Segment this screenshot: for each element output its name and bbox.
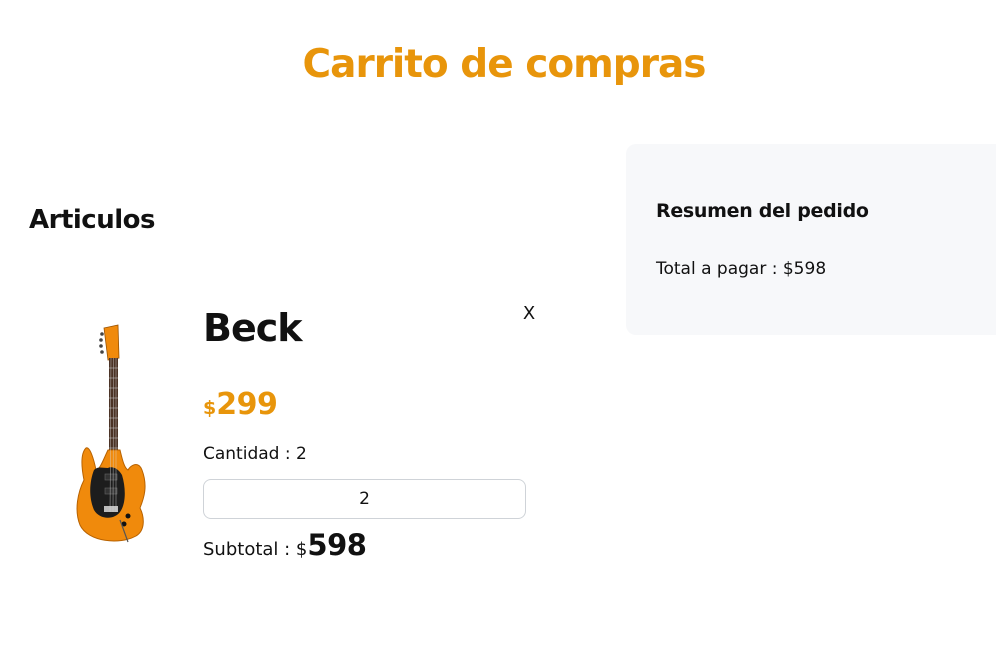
order-summary-title: Resumen del pedido [656, 200, 869, 222]
item-subtotal: Subtotal : $598 [203, 528, 367, 562]
subtotal-amount: 598 [307, 528, 367, 562]
page-title: Carrito de compras [302, 42, 707, 87]
product-name: Beck [203, 306, 303, 350]
remove-item-button[interactable]: X [516, 302, 542, 326]
price-amount: 299 [216, 387, 278, 422]
items-section-title: Articulos [29, 205, 155, 235]
order-summary-panel: Resumen del pedido Total a pagar : $598 [626, 144, 996, 335]
product-image [60, 320, 170, 550]
cart-page: Carrito de compras Articulos X Beck $299… [0, 0, 996, 645]
quantity-label: Cantidad : 2 [203, 444, 307, 464]
subtotal-label: Subtotal : $ [203, 539, 308, 560]
order-total: Total a pagar : $598 [656, 259, 827, 279]
quantity-input[interactable] [203, 479, 526, 519]
price-currency: $ [203, 397, 217, 419]
electric-guitar-icon [76, 324, 146, 543]
product-price: $299 [203, 387, 278, 422]
